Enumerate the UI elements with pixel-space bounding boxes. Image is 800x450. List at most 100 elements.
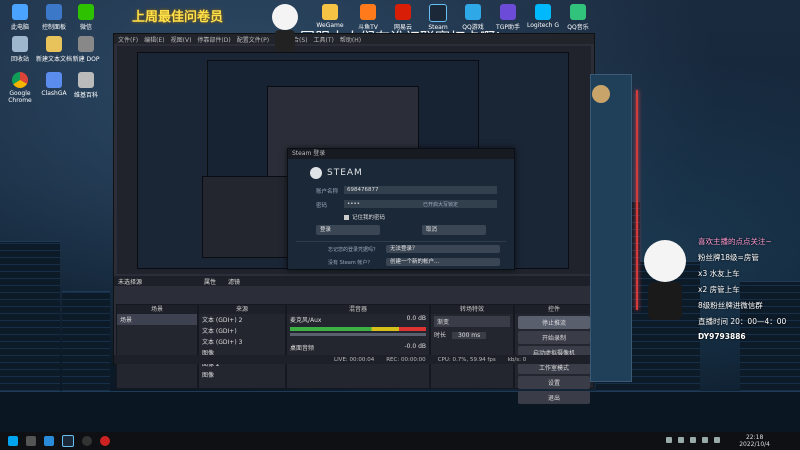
mixer-track: 麦克风/Aux 0.0 dB	[287, 314, 429, 325]
volume-slider[interactable]	[290, 333, 426, 336]
transition-select[interactable]: 渐变	[434, 316, 510, 327]
source-item[interactable]: 图像	[199, 369, 285, 380]
create-account-button[interactable]: 创建一个新的帐户...	[386, 258, 500, 266]
system-tray	[666, 437, 720, 443]
live-status: LIVE: 00:00:04	[334, 356, 375, 363]
source-item[interactable]: 文本 (GDI+) 2	[199, 314, 285, 325]
transition-duration: 时长 300 ms	[431, 329, 513, 340]
remember-checkbox[interactable]: 记住我的密码	[344, 213, 385, 221]
desktop-icon-logitech[interactable]: Logitech G	[525, 4, 561, 29]
steam-login-dialog[interactable]: Steam 登录 STEAM 账户名称 698476877 密码 •••• 已开…	[287, 148, 515, 270]
login-button[interactable]: 登录	[316, 225, 380, 235]
obs-menubar: 文件(F) 编辑(E) 视图(V) 停靠部件(D) 配置文件(P) 场景集合(S…	[114, 34, 594, 44]
cancel-button[interactable]: 取消	[422, 225, 486, 235]
menu-file[interactable]: 文件(F)	[118, 35, 138, 44]
desktop-icon-clash[interactable]: ClashGA	[36, 72, 72, 97]
menu-profile[interactable]: 配置文件(P)	[237, 35, 269, 44]
remember-label: 记住我的密码	[352, 215, 386, 221]
neon-light	[636, 90, 638, 310]
steam-logo: STEAM	[310, 167, 363, 179]
side-panel	[590, 74, 632, 382]
password-input[interactable]: ••••	[344, 200, 497, 208]
forgot-button[interactable]: 无法登录？	[386, 245, 500, 253]
exit-button[interactable]: 退出	[518, 391, 590, 404]
checkbox-icon	[344, 214, 349, 220]
anime-chibi-mascot	[270, 4, 300, 54]
desktop-icon-wechat[interactable]: 微信	[68, 4, 104, 31]
start-recording-button[interactable]: 开始录制	[518, 331, 590, 344]
volume-icon[interactable]	[702, 437, 708, 443]
folder-icon	[46, 36, 62, 52]
rec-status: REC: 00:00:00	[386, 356, 426, 363]
menu-help[interactable]: 帮助(H)	[340, 35, 361, 44]
controls-header: 控件	[515, 305, 593, 314]
track-db: -0.0 dB	[404, 343, 426, 350]
desktop-icon-new-folder[interactable]: 新建文本文档	[36, 36, 72, 63]
volume-meter	[290, 327, 426, 331]
scenes-header: 场景	[117, 305, 197, 314]
steam-taskbar-icon[interactable]	[62, 435, 74, 447]
desktop-icon-this-pc[interactable]: 此电脑	[2, 4, 38, 31]
overlay-line: x2 房管上车	[698, 285, 740, 294]
steam-dialog-title: Steam 登录	[288, 149, 514, 159]
capslock-warning: 已开启大写锁定	[423, 202, 459, 208]
source-toolbar: 未选择源 属性 滤镜	[114, 276, 598, 286]
recycle-bin-icon	[12, 36, 28, 52]
tray-icon[interactable]	[678, 437, 684, 443]
overlay-line: 8级粉丝牌进微信群	[698, 301, 763, 310]
overlay-line: 直播时间 20：00—4：00	[698, 317, 787, 326]
desktop-icon-wiki[interactable]: 维基百科	[68, 72, 104, 99]
netease-music-icon	[395, 4, 411, 20]
desktop-icon-qqmusic[interactable]: QQ音乐	[560, 4, 596, 31]
obs-taskbar-icon[interactable]	[82, 436, 92, 446]
menu-edit[interactable]: 编辑(E)	[144, 35, 164, 44]
kbps-status: kb/s: 0	[507, 356, 527, 363]
steam-logo-icon	[310, 167, 322, 179]
account-input[interactable]: 698476877	[344, 186, 497, 194]
desktop-icon-wegame[interactable]: WeGame	[312, 4, 348, 29]
follow-prompt: 喜欢主播的点点关注~	[698, 237, 772, 246]
logitech-icon	[535, 4, 551, 20]
douyu-icon	[360, 4, 376, 20]
tray-icon[interactable]	[666, 437, 672, 443]
tray-icon[interactable]	[690, 437, 696, 443]
sources-dock: 来源 文本 (GDI+) 2 文本 (GDI+) 文本 (GDI+) 3 图像 …	[198, 304, 286, 389]
no-account-question: 没有 Steam 帐户？	[328, 260, 373, 266]
qq-game-icon	[465, 4, 481, 20]
record-taskbar-icon[interactable]	[100, 436, 110, 446]
overlay-line: x3 水友上车	[698, 269, 740, 278]
desktop-icon-control-panel[interactable]: 控制面板	[36, 4, 72, 31]
properties-button[interactable]: 属性	[204, 277, 216, 286]
track-db: 0.0 dB	[406, 315, 426, 322]
settings-button[interactable]: 设置	[518, 376, 590, 389]
search-icon[interactable]	[26, 436, 36, 446]
tgp-icon	[500, 4, 516, 20]
windows-start-icon[interactable]	[8, 436, 18, 446]
source-item[interactable]: 文本 (GDI+) 3	[199, 336, 285, 347]
duration-input[interactable]: 300 ms	[451, 332, 487, 339]
track-name: 桌面音频	[290, 345, 315, 352]
taskbar-clock[interactable]: 22:18 2022/10/4	[739, 434, 770, 448]
desktop-icon-chrome[interactable]: Google Chrome	[2, 72, 38, 104]
streamer-avatar	[592, 85, 610, 103]
stream-info-overlay: 喜欢主播的点点关注~ 粉丝牌18级=房管 x3 水友上车 x2 房管上车 8级粉…	[698, 236, 800, 346]
ground	[0, 391, 800, 432]
mixer-track: 桌面音频 -0.0 dB	[287, 342, 429, 353]
desktop-icon-recycle-bin[interactable]: 回收站	[2, 36, 38, 63]
cpu-status: CPU: 0.7%, 59.94 fps	[437, 356, 496, 363]
network-icon[interactable]	[714, 437, 720, 443]
wiki-icon	[78, 72, 94, 88]
menu-docks[interactable]: 停靠部件(D)	[197, 35, 230, 44]
scene-item[interactable]: 场景	[117, 314, 197, 325]
controls-dock: 控件 停止推流 开始录制 启动虚拟摄像机 工作室模式 设置 退出	[514, 304, 594, 404]
qq-music-icon	[570, 4, 586, 20]
desktop-icon-dop[interactable]: 新建 DOP	[68, 36, 104, 63]
sources-header: 来源	[199, 305, 285, 314]
menu-view[interactable]: 视图(V)	[171, 35, 192, 44]
stop-stream-button[interactable]: 停止推流	[518, 316, 590, 329]
edge-icon[interactable]	[44, 436, 54, 446]
filters-button[interactable]: 滤镜	[228, 277, 240, 286]
menu-tools[interactable]: 工具(T)	[314, 35, 334, 44]
source-item[interactable]: 文本 (GDI+)	[199, 325, 285, 336]
steam-divider	[296, 241, 506, 242]
